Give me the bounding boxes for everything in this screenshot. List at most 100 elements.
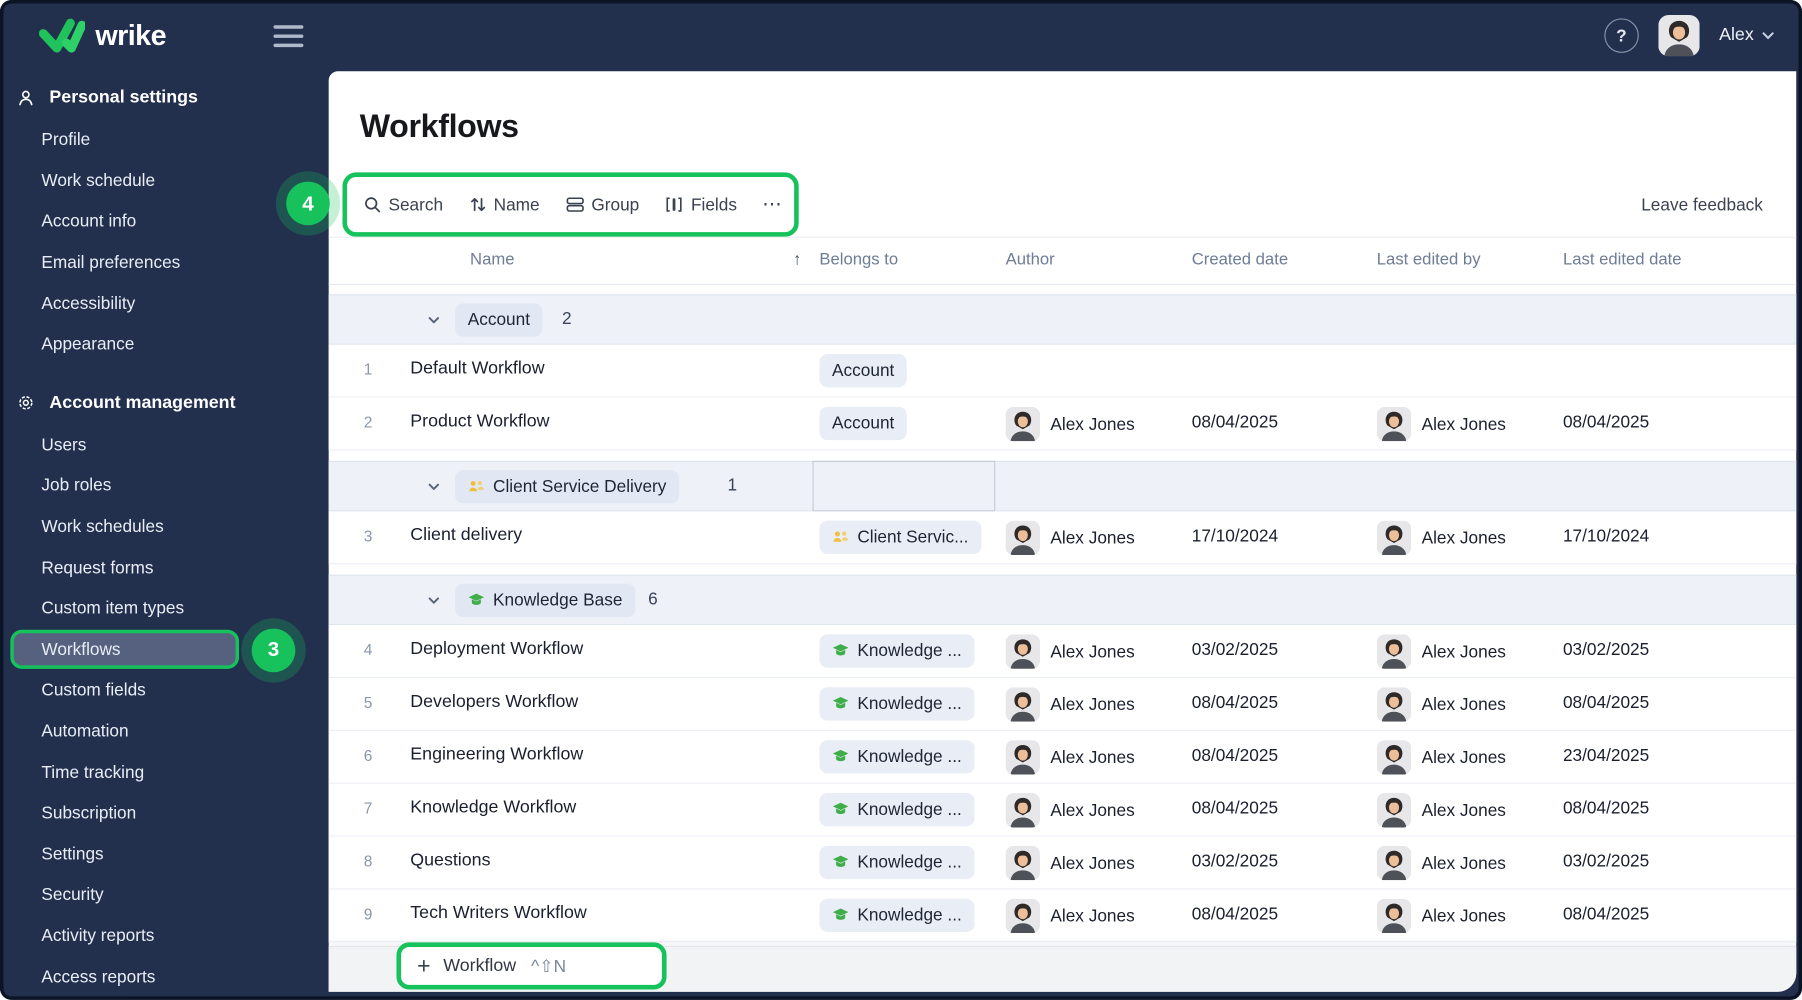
table-row[interactable]: 4 Deployment Workflow Knowledge ... Alex Jo… xyxy=(328,625,1797,679)
sidebar-item-email-preferences[interactable]: Email preferences xyxy=(0,242,329,283)
search-button[interactable]: Search xyxy=(363,195,443,214)
sidebar-item-profile[interactable]: Profile xyxy=(0,120,329,161)
sidebar-section-header-personal-settings[interactable]: Personal settings xyxy=(0,76,329,120)
sidebar-item-security[interactable]: Security xyxy=(0,875,329,916)
sidebar-item-account-info[interactable]: Account info xyxy=(0,201,329,242)
fields-button[interactable]: Fields xyxy=(665,195,737,214)
sidebar-item-accessibility[interactable]: Accessibility xyxy=(0,283,329,324)
belongs-to-badge[interactable]: Account xyxy=(819,406,907,441)
row-number: 6 xyxy=(363,746,373,765)
sidebar-section: Personal settings Profile Work schedule Acc… xyxy=(0,76,329,365)
last-edited-date: 17/10/2024 xyxy=(1562,526,1650,546)
table-row[interactable]: 9 Tech Writers Workflow Knowledge ... Alex … xyxy=(328,889,1797,943)
knowledge-green-icon xyxy=(832,801,849,818)
sidebar-item-activity-reports[interactable]: Activity reports xyxy=(0,916,329,957)
table-row[interactable]: 7 Knowledge Workflow Knowledge ... Alex Jon… xyxy=(328,783,1797,837)
knowledge-green-icon xyxy=(832,748,849,765)
collapse-chevron-icon[interactable] xyxy=(426,313,441,328)
row-number: 2 xyxy=(363,413,373,431)
sidebar-item-settings[interactable]: Settings xyxy=(0,834,329,875)
sidebar-item-work-schedule[interactable]: Work schedule xyxy=(0,160,329,201)
sidebar-item-workflows[interactable]: Workflows 3 xyxy=(0,628,329,672)
belongs-to-badge[interactable]: Client Service Delivery xyxy=(455,470,680,504)
belongs-to-badge[interactable]: Knowledge ... xyxy=(819,687,975,721)
table-row[interactable]: 6 Engineering Workflow Knowledge ... Alex J… xyxy=(328,730,1797,784)
table-group: Account 2 1 Default Workflow Account 2 Product… xyxy=(328,294,1797,451)
collapse-chevron-icon[interactable] xyxy=(426,479,441,494)
help-icon[interactable]: ? xyxy=(1604,18,1639,53)
table-row[interactable]: 3 Client delivery Client Servic... Alex Jon… xyxy=(328,511,1797,565)
table-row[interactable]: 5 Developers Workflow Knowledge ... Alex Jo… xyxy=(328,678,1797,731)
row-number: 7 xyxy=(363,799,373,818)
table-row[interactable]: 2 Product Workflow Account Alex Jones 08/04/… xyxy=(328,397,1797,451)
knowledge-green-icon xyxy=(832,854,849,871)
belongs-to-badge[interactable]: Knowledge ... xyxy=(819,740,975,774)
wrike-logo[interactable]: wrike xyxy=(39,17,167,54)
column-belongs-to[interactable]: Belongs to xyxy=(819,251,898,269)
sidebar-item-custom-fields[interactable]: Custom fields xyxy=(0,670,329,711)
sidebar-item-label: Subscription xyxy=(41,803,137,824)
avatar xyxy=(1376,520,1412,556)
avatar xyxy=(1376,687,1412,722)
user-menu[interactable]: Alex xyxy=(1719,25,1774,46)
sidebar-section: Account management Users Job roles Work sch… xyxy=(0,381,329,997)
sidebar-item-custom-item-types[interactable]: Custom item types xyxy=(0,588,329,629)
person-name: Alex Jones xyxy=(1421,414,1506,434)
sidebar-section-label: Account management xyxy=(49,392,236,413)
collapse-chevron-icon[interactable] xyxy=(426,593,441,608)
person-name: Alex Jones xyxy=(1050,800,1135,820)
sort-arrows-icon xyxy=(468,195,486,213)
column-last-edited-date[interactable]: Last edited date xyxy=(1563,251,1682,269)
belongs-to-badge[interactable]: Account xyxy=(455,303,543,337)
belongs-to-badge[interactable]: Knowledge ... xyxy=(819,792,975,827)
sidebar-section-header-account-management[interactable]: Account management xyxy=(0,381,329,425)
sort-button[interactable]: Name xyxy=(468,195,540,214)
table-row[interactable]: 1 Default Workflow Account xyxy=(328,344,1797,398)
table-row[interactable]: 8 Questions Knowledge ... Alex Jones 03/02/2… xyxy=(328,836,1797,890)
column-name[interactable]: Name xyxy=(470,251,514,269)
created-date: 08/04/2025 xyxy=(1191,692,1279,713)
sidebar-item-job-roles[interactable]: Job roles xyxy=(0,466,329,507)
sidebar-item-users[interactable]: Users xyxy=(0,425,329,466)
sidebar-item-subscription[interactable]: Subscription xyxy=(0,793,329,834)
sidebar-item-work-schedules[interactable]: Work schedules xyxy=(0,507,329,548)
belongs-to-badge[interactable]: Knowledge ... xyxy=(819,845,975,880)
group-row-knowledge-base[interactable]: Knowledge Base 6 xyxy=(328,574,1797,626)
last-edited-by-cell: Alex Jones xyxy=(1376,406,1506,442)
badge-label: Knowledge ... xyxy=(857,641,962,661)
author-cell: Alex Jones xyxy=(1005,520,1135,556)
author-cell: Alex Jones xyxy=(1005,687,1135,722)
sidebar-item-automation[interactable]: Automation xyxy=(0,711,329,752)
sidebar-item-label: Request forms xyxy=(41,558,154,578)
hamburger-menu-icon[interactable] xyxy=(273,24,304,47)
sidebar-item-time-tracking[interactable]: Time tracking xyxy=(0,752,329,793)
search-icon xyxy=(363,195,381,213)
sidebar-item-label: Work schedule xyxy=(41,171,156,191)
person-name: Alex Jones xyxy=(1050,906,1135,926)
belongs-to-badge[interactable]: Account xyxy=(819,353,907,388)
more-options-button[interactable]: ⋯ xyxy=(762,193,783,216)
group-button[interactable]: Group xyxy=(565,195,639,214)
badge-label: Knowledge ... xyxy=(857,694,962,714)
belongs-to-badge[interactable]: Knowledge ... xyxy=(819,898,975,933)
group-row-client-service-delivery[interactable]: Client Service Delivery 1 xyxy=(328,460,1797,512)
user-avatar[interactable] xyxy=(1658,14,1700,57)
belongs-to-badge[interactable]: Client Servic... xyxy=(819,520,982,554)
column-author[interactable]: Author xyxy=(1006,251,1055,269)
sidebar-item-access-reports[interactable]: Access reports xyxy=(0,956,329,997)
sidebar-item-label: Accessibility xyxy=(41,293,136,314)
sidebar-item-appearance[interactable]: Appearance xyxy=(0,324,329,365)
column-last-edited-by[interactable]: Last edited by xyxy=(1377,251,1481,269)
column-created-date[interactable]: Created date xyxy=(1192,251,1288,269)
last-edited-by-cell: Alex Jones xyxy=(1376,740,1506,775)
add-workflow-button[interactable]: + Workflow ^⇧N xyxy=(396,942,667,990)
row-number: 8 xyxy=(363,852,373,870)
leave-feedback-link[interactable]: Leave feedback xyxy=(1641,195,1763,215)
last-edited-date: 03/02/2025 xyxy=(1562,640,1650,660)
created-date: 17/10/2024 xyxy=(1191,526,1279,546)
team-yellow-icon xyxy=(832,529,849,546)
sidebar-item-request-forms[interactable]: Request forms xyxy=(0,547,329,588)
group-row-account[interactable]: Account 2 xyxy=(328,294,1797,345)
belongs-to-badge[interactable]: Knowledge ... xyxy=(819,634,975,668)
belongs-to-badge[interactable]: Knowledge Base xyxy=(455,583,636,618)
